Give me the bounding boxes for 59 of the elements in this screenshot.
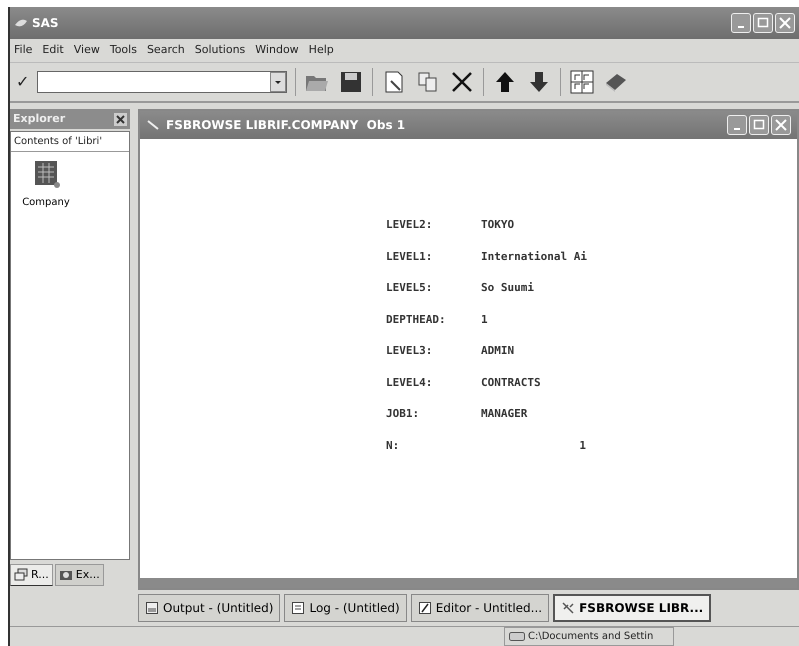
windows-icon <box>14 568 28 582</box>
taskbar-tab[interactable]: FSBROWSE LIBR... <box>553 594 712 622</box>
taskbar-tab[interactable]: Editor - Untitled... <box>410 594 550 622</box>
menu-item[interactable]: Edit <box>42 42 64 59</box>
app-icon <box>14 17 28 29</box>
maximize-icon <box>756 16 770 30</box>
minimize-icon <box>734 128 740 130</box>
drive-icon <box>509 632 525 641</box>
notepad-icon <box>291 601 306 615</box>
minimize-button[interactable] <box>727 115 747 135</box>
field-label: N: <box>386 438 400 454</box>
maximize-button[interactable] <box>753 13 773 33</box>
dropdown-icon[interactable] <box>270 72 286 92</box>
field-value: TOKYO <box>481 217 516 233</box>
menu-item[interactable]: Solutions <box>194 42 246 59</box>
close-icon <box>778 16 792 30</box>
field-label: DEPTHEAD: <box>386 312 447 328</box>
status-text: C:\Documents and Settin <box>528 630 654 644</box>
panel-tab[interactable]: Ex... <box>54 564 104 586</box>
taskbar-tab[interactable]: Output - (Untitled) <box>138 594 280 622</box>
field-label: LEVEL5: <box>386 280 434 296</box>
browse-icon <box>561 601 576 615</box>
window-title: FSBROWSE LIBRIF.COMPANY Obs 1 <box>166 117 406 134</box>
window-title: SAS <box>32 15 59 32</box>
command-field[interactable] <box>37 71 288 93</box>
field-value: ADMIN <box>481 343 516 359</box>
maximize-icon <box>752 118 766 132</box>
menu-item[interactable]: File <box>14 42 32 59</box>
panel-title: Explorer <box>13 110 66 127</box>
field-value: International Ai <box>481 248 588 264</box>
field-label: LEVEL2: <box>386 217 434 233</box>
maximize-button[interactable] <box>749 115 769 135</box>
menu-item[interactable]: View <box>74 42 100 59</box>
menu-item[interactable]: Tools <box>110 42 137 59</box>
library-item[interactable]: Company <box>11 158 81 211</box>
menu-item[interactable]: Search <box>146 42 185 59</box>
field-value: So Suumi <box>481 280 535 296</box>
field-value: 1 <box>578 438 587 454</box>
field-value: 1 <box>481 312 489 328</box>
output-icon <box>145 601 159 615</box>
taskbar-tab[interactable]: Log - (Untitled) <box>284 594 407 622</box>
menu-item[interactable]: Window <box>255 42 299 59</box>
editor-icon <box>418 601 432 615</box>
close-icon <box>774 118 788 132</box>
minimize-icon <box>738 26 744 28</box>
field-label: LEVEL4: <box>386 374 434 390</box>
browse-icon <box>146 119 160 131</box>
panel-heading: Contents of 'Libri' <box>11 132 129 152</box>
field-value: CONTRACTS <box>481 374 542 390</box>
panel-tab[interactable]: R... <box>10 564 53 586</box>
menu-item[interactable]: Help <box>308 42 334 59</box>
check-icon[interactable]: ✓ <box>16 70 30 94</box>
field-value: MANAGER <box>481 406 528 422</box>
field-label: JOB1: <box>386 406 420 422</box>
close-button[interactable] <box>114 112 127 126</box>
field-label: LEVEL3: <box>386 343 434 359</box>
minimize-button[interactable] <box>731 13 751 33</box>
grid-icon[interactable] <box>569 69 596 95</box>
field-label: LEVEL1: <box>386 248 434 264</box>
